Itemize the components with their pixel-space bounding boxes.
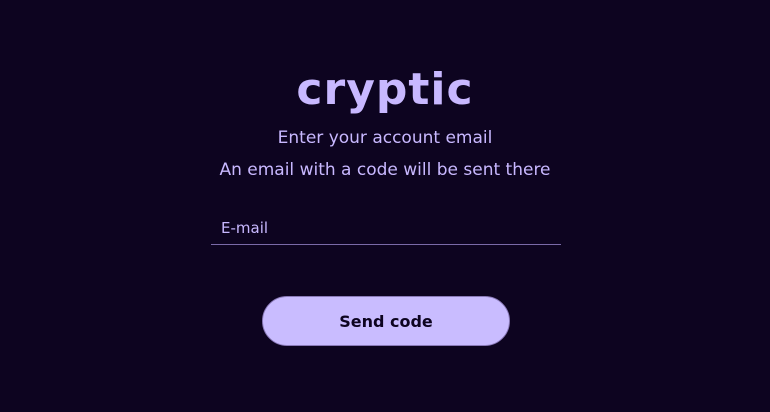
instruction-text: Enter your account email [277,128,493,148]
send-code-button[interactable]: Send code [262,296,510,346]
instruction-subtext: An email with a code will be sent there [219,160,551,180]
email-field-container [211,214,561,245]
app-logo: cryptic [296,64,474,115]
email-field[interactable] [211,214,561,242]
